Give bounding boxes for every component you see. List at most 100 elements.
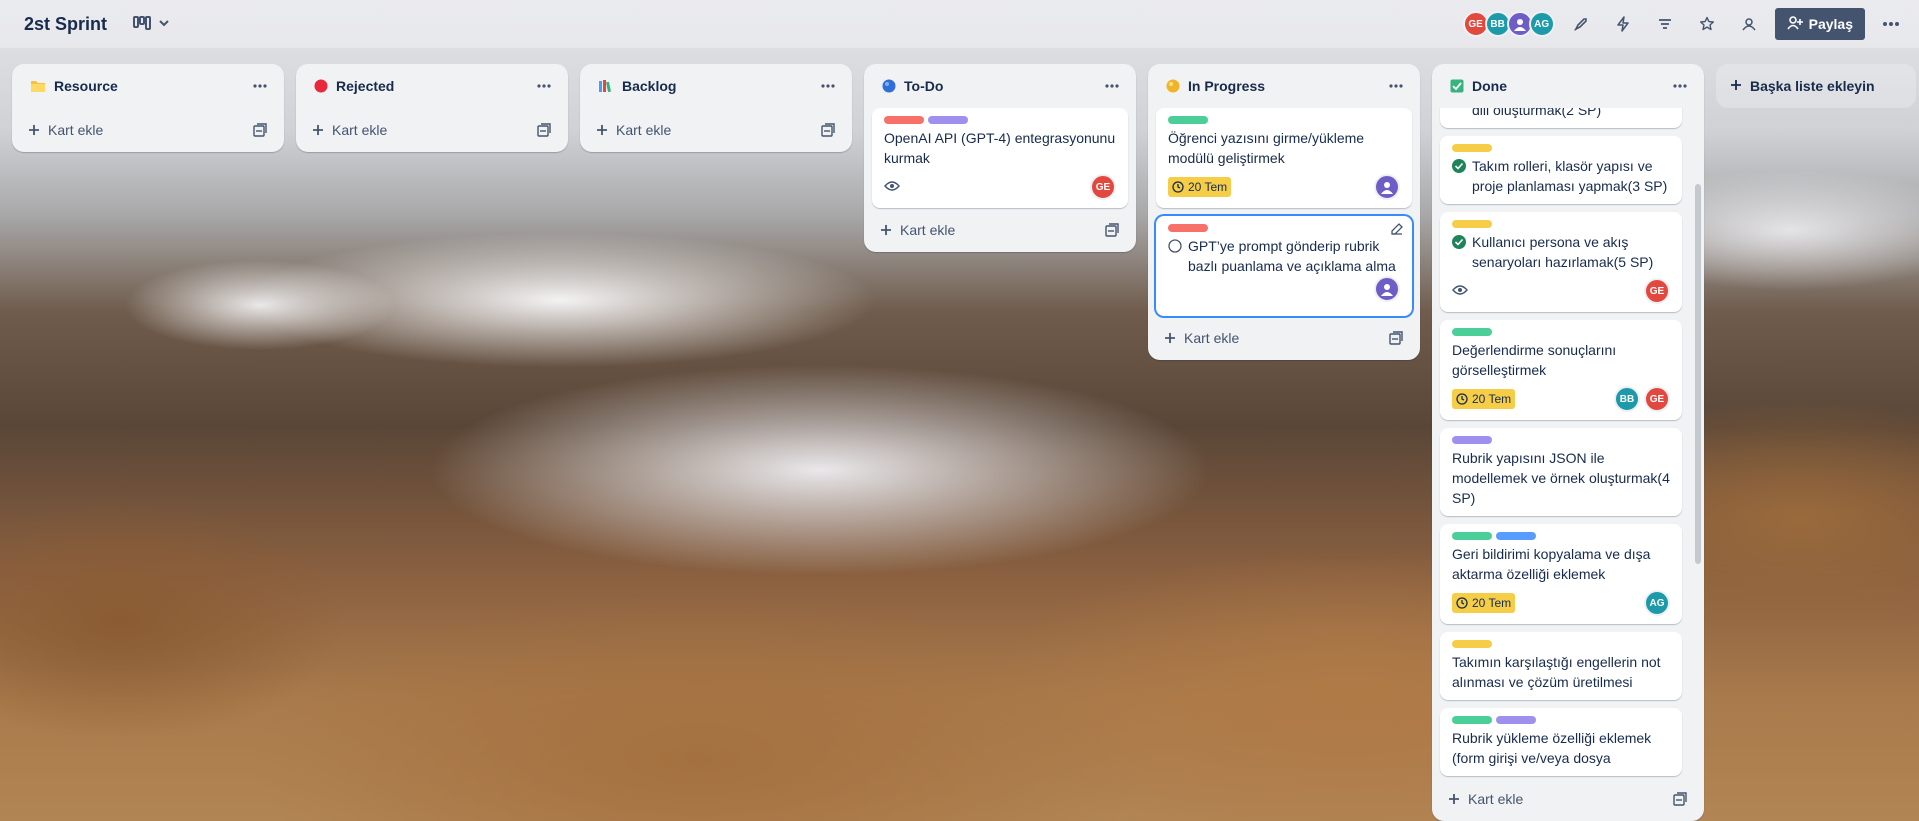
list-header[interactable]: Done (1432, 64, 1704, 108)
member-avatar[interactable] (1374, 174, 1400, 200)
chevron-down-icon (157, 16, 171, 33)
due-date-text: 20 Tem (1472, 596, 1512, 610)
card-title: Öğrenci yazısını girme/yükleme modülü ge… (1168, 130, 1365, 166)
list-header[interactable]: Backlog (580, 64, 852, 108)
card[interactable]: dili oluşturmak(2 SP) (1440, 108, 1682, 128)
add-list-label: Başka liste ekleyin (1750, 78, 1875, 94)
yellow-circle-icon (1166, 79, 1180, 93)
add-card-label: Kart ekle (616, 122, 672, 138)
card[interactable]: Kullanıcı persona ve akış senaryoları ha… (1440, 212, 1682, 312)
blue-circle-icon (882, 79, 896, 93)
more-icon[interactable] (1664, 70, 1696, 102)
label-yellow[interactable] (1452, 640, 1492, 648)
member-avatar[interactable] (1374, 276, 1400, 302)
more-icon[interactable] (528, 70, 560, 102)
board-title[interactable]: 2st Sprint (16, 10, 115, 39)
add-card-label: Kart ekle (1468, 791, 1524, 807)
add-card-button[interactable]: Kart ekle (864, 208, 1136, 252)
list-title: In Progress (1188, 78, 1266, 94)
board-view-icon (133, 15, 152, 34)
add-list-button[interactable]: Başka liste ekleyin (1716, 64, 1916, 108)
member-avatar[interactable]: GE (1090, 174, 1116, 200)
card[interactable]: Rubrik yapısını JSON ile modellemek ve ö… (1440, 428, 1682, 516)
member-avatar[interactable]: GE (1644, 278, 1670, 304)
more-icon[interactable] (1380, 70, 1412, 102)
add-card-button[interactable]: Kart ekle (12, 108, 284, 152)
due-date-badge[interactable]: 20 Tem (1168, 177, 1232, 197)
card-template-icon[interactable] (1096, 214, 1128, 246)
card-title: Takımın karşılaştığı engellerin not alın… (1452, 654, 1661, 690)
add-card-button[interactable]: Kart ekle (1148, 316, 1420, 360)
card[interactable]: GPT’ye prompt gönderip rubrik bazlı puan… (1156, 216, 1412, 316)
card[interactable]: Takımın karşılaştığı engellerin not alın… (1440, 632, 1682, 700)
list-header[interactable]: Rejected (296, 64, 568, 108)
edit-pencil-icon[interactable] (1390, 222, 1404, 239)
label-yellow[interactable] (1452, 144, 1492, 152)
card-template-icon[interactable] (244, 114, 276, 146)
card[interactable]: Takım rolleri, klasör yapısı ve proje pl… (1440, 136, 1682, 204)
plus-icon (28, 124, 40, 136)
complete-check-icon[interactable] (1452, 159, 1466, 176)
star-icon[interactable] (1691, 8, 1723, 40)
books-icon (598, 79, 614, 93)
label-yellow[interactable] (1452, 220, 1492, 228)
due-date-badge[interactable]: 20 Tem (1452, 389, 1516, 409)
more-icon[interactable] (812, 70, 844, 102)
filter-icon[interactable] (1649, 8, 1681, 40)
complete-circle-icon[interactable] (1168, 239, 1182, 256)
card[interactable]: Değerlendirme sonuçlarını görselleştirme… (1440, 320, 1682, 420)
member-avatar[interactable]: BB (1614, 386, 1640, 412)
complete-check-icon[interactable] (1452, 235, 1466, 252)
rocket-icon[interactable] (1565, 8, 1597, 40)
label-green[interactable] (1452, 532, 1492, 540)
user-icon (1513, 19, 1526, 31)
member-avatar[interactable]: AG (1644, 590, 1670, 616)
label-purple[interactable] (1496, 716, 1536, 724)
list-rejected: Rejected Kart ekle (296, 64, 568, 152)
member-avatar[interactable]: AG (1528, 11, 1555, 37)
card-template-icon[interactable] (812, 114, 844, 146)
add-card-label: Kart ekle (1184, 330, 1240, 346)
clock-icon (1456, 597, 1468, 609)
list-to-do: To-Do OpenAI API (GPT-4) entegrasyonunu … (864, 64, 1136, 252)
plus-icon (596, 124, 608, 136)
add-card-button[interactable]: Kart ekle (580, 108, 852, 152)
list-resource: Resource Kart ekle (12, 64, 284, 152)
label-purple[interactable] (928, 116, 968, 124)
done-card-scroll-area[interactable]: dili oluşturmak(2 SP) Takım rolleri, kla… (1432, 108, 1704, 788)
board-members[interactable]: GE BB AG (1462, 11, 1555, 37)
label-purple[interactable] (1452, 436, 1492, 444)
list-title: Backlog (622, 78, 677, 94)
card[interactable]: OpenAI API (GPT-4) entegrasyonunu kurmak… (872, 108, 1128, 208)
label-green[interactable] (1452, 716, 1492, 724)
label-red[interactable] (1168, 224, 1208, 232)
user-icon (1381, 182, 1393, 194)
list-in-progress: In Progress Öğrenci yazısını girme/yükle… (1148, 64, 1420, 360)
label-blue[interactable] (1496, 532, 1536, 540)
lightning-icon[interactable] (1607, 8, 1639, 40)
label-red[interactable] (884, 116, 924, 124)
card-template-icon[interactable] (1380, 322, 1412, 354)
list-scrollbar[interactable] (1695, 184, 1701, 564)
card[interactable]: Rubrik yükleme özelliği eklemek (form gi… (1440, 708, 1682, 776)
board-view-switcher[interactable] (133, 15, 171, 34)
card-title: Değerlendirme sonuçlarını görselleştirme… (1452, 342, 1617, 378)
add-card-button[interactable]: Kart ekle (1432, 777, 1704, 821)
label-green[interactable] (1168, 116, 1208, 124)
card-template-icon[interactable] (528, 114, 560, 146)
list-header[interactable]: Resource (12, 64, 284, 108)
member-avatar[interactable]: GE (1644, 386, 1670, 412)
more-icon[interactable] (244, 70, 276, 102)
add-card-button[interactable]: Kart ekle (296, 108, 568, 152)
people-icon[interactable] (1733, 8, 1765, 40)
list-header[interactable]: In Progress (1148, 64, 1420, 108)
share-button[interactable]: Paylaş (1774, 8, 1865, 40)
card-template-icon[interactable] (1664, 783, 1696, 815)
due-date-badge[interactable]: 20 Tem (1452, 593, 1516, 613)
label-green[interactable] (1452, 328, 1492, 336)
list-header[interactable]: To-Do (864, 64, 1136, 108)
more-icon[interactable] (1875, 8, 1907, 40)
card[interactable]: Öğrenci yazısını girme/yükleme modülü ge… (1156, 108, 1412, 208)
more-icon[interactable] (1096, 70, 1128, 102)
card[interactable]: Geri bildirimi kopyalama ve dışa aktarma… (1440, 524, 1682, 624)
